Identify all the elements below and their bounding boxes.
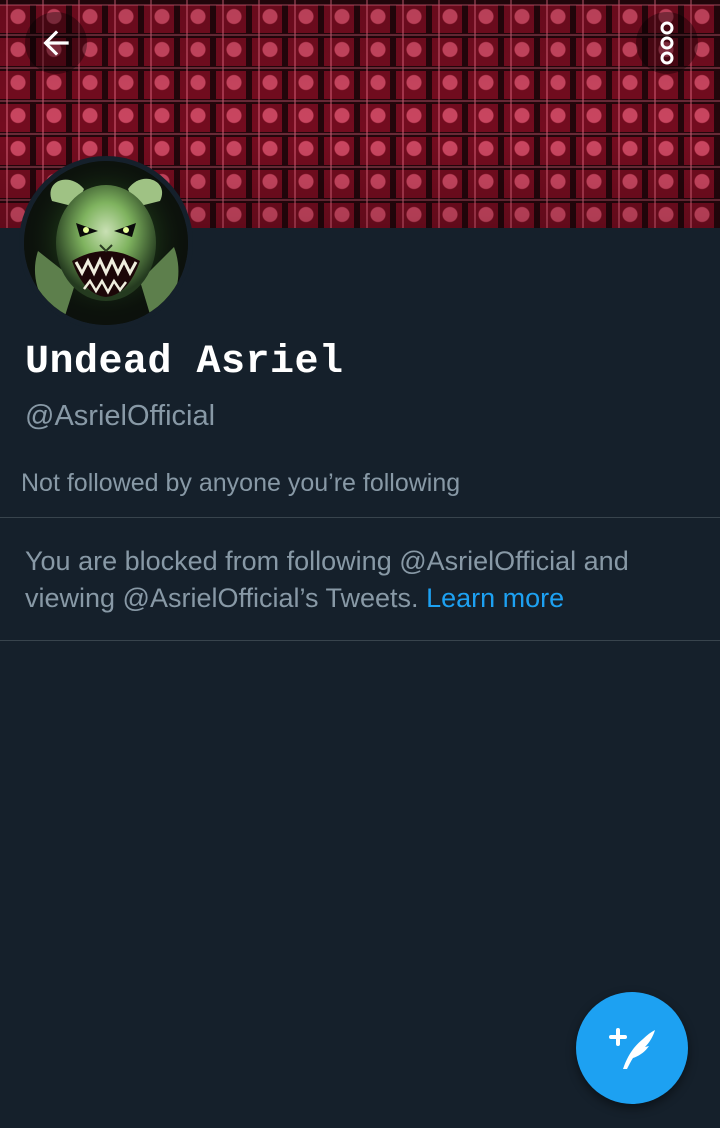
user-handle: @AsrielOfficial: [25, 400, 216, 432]
back-button[interactable]: [25, 12, 87, 74]
display-name: Undead Asriel: [25, 340, 344, 385]
undead-goat-monster-avatar: [24, 161, 188, 325]
compose-tweet-button[interactable]: [576, 992, 688, 1104]
avatar[interactable]: [19, 156, 193, 330]
more-options-button[interactable]: [636, 12, 698, 74]
avatar-image: [24, 161, 188, 325]
divider: [0, 640, 720, 641]
followed-by-text: Not followed by anyone you’re following: [21, 469, 461, 497]
arrow-left-icon: [43, 30, 69, 56]
divider: [0, 517, 720, 518]
profile-screen: Undead Asriel @AsrielOfficial Not follow…: [0, 0, 720, 1128]
compose-tweet-feather-icon: [609, 1028, 655, 1069]
blocked-notice: You are blocked from following @AsrielOf…: [25, 543, 705, 617]
learn-more-link[interactable]: Learn more: [426, 583, 564, 613]
vertical-dots-icon: [660, 21, 674, 65]
